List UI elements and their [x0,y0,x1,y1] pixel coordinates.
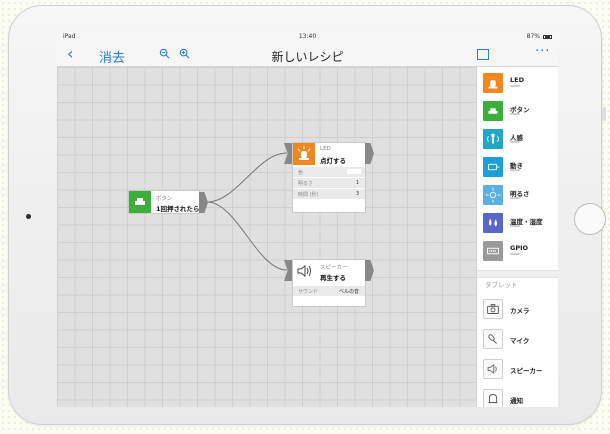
palette-item-movement[interactable]: 動き [483,157,555,179]
palette-item-led[interactable]: LED [483,73,555,95]
palette-item-gpio[interactable]: GPIO [483,241,555,263]
property-row[interactable]: 色 [293,167,365,177]
palette-item-brightness[interactable]: 明るさ [483,185,555,207]
led-node[interactable]: LED 点灯する 色 明るさ 1 時間 (秒) 3 [293,143,365,212]
palette-item-temperature[interactable]: 温度・湿度 [483,213,555,235]
speaker-node[interactable]: スピーカー 再生する サウンド ベルの音 [293,260,365,306]
temperature-icon [483,213,503,233]
motion-icon [483,129,503,149]
node-type: LED [320,146,331,152]
palette-item-button[interactable]: ボタン [483,101,555,123]
battery-icon [543,35,552,39]
microphone-icon [483,329,503,349]
connections [206,152,288,271]
led-icon [293,143,315,165]
property-row[interactable]: 時間 (秒) 3 [293,189,365,199]
section-title: タブレット [485,281,518,289]
node-type: ボタン [156,196,173,202]
palette-item-microphone[interactable]: マイク [483,329,555,351]
gpio-icon [483,241,503,261]
panel-toggle-icon[interactable] [477,49,489,60]
side-button[interactable] [602,107,606,121]
screen: iPad 13:40 87% ‹ 消去 新しいレシピ ··· ボタン 1回押され… [57,31,558,407]
node-type: スピーカー [320,265,348,271]
color-swatch[interactable] [347,169,361,174]
palette-item-speaker[interactable]: スピーカー [483,359,555,381]
palette-sidebar: LED ボタン 人感 動き 明るさ 温度・湿度 GPIO タブレット カメラ マ… [476,67,558,407]
property-row[interactable]: サウンド ベルの音 [293,286,365,296]
node-name: 点灯する [320,157,346,165]
recipe-canvas[interactable]: ボタン 1回押されたら LED 点灯する 色 明るさ 1 時間 (秒) 3 スピ… [57,67,476,407]
brightness-icon [483,185,503,205]
button-node[interactable]: ボタン 1回押されたら [129,191,200,213]
nav-bar: ‹ 消去 新しいレシピ ··· [57,43,558,67]
more-icon[interactable]: ··· [535,44,550,59]
section-divider [477,270,558,278]
home-button[interactable] [574,203,606,235]
status-time: 13:40 [298,33,317,40]
button-icon [483,101,503,121]
palette-item-camera[interactable]: カメラ [483,299,555,321]
camera-icon [483,299,503,319]
button-icon [129,191,151,213]
battery-percent: 87% [526,33,540,40]
palette-item-motion[interactable]: 人感 [483,129,555,151]
status-bar: iPad 13:40 87% [57,31,558,43]
speaker-icon [293,260,315,282]
node-name: 再生する [320,274,346,282]
node-name: 1回押されたら [156,205,200,213]
led-icon [483,73,503,93]
bell-icon [483,389,503,407]
speaker-icon [483,359,503,379]
movement-icon [483,157,503,177]
property-row[interactable]: 明るさ 1 [293,178,365,188]
front-camera [26,214,31,219]
palette-item-notification[interactable]: 通知 [483,389,555,407]
